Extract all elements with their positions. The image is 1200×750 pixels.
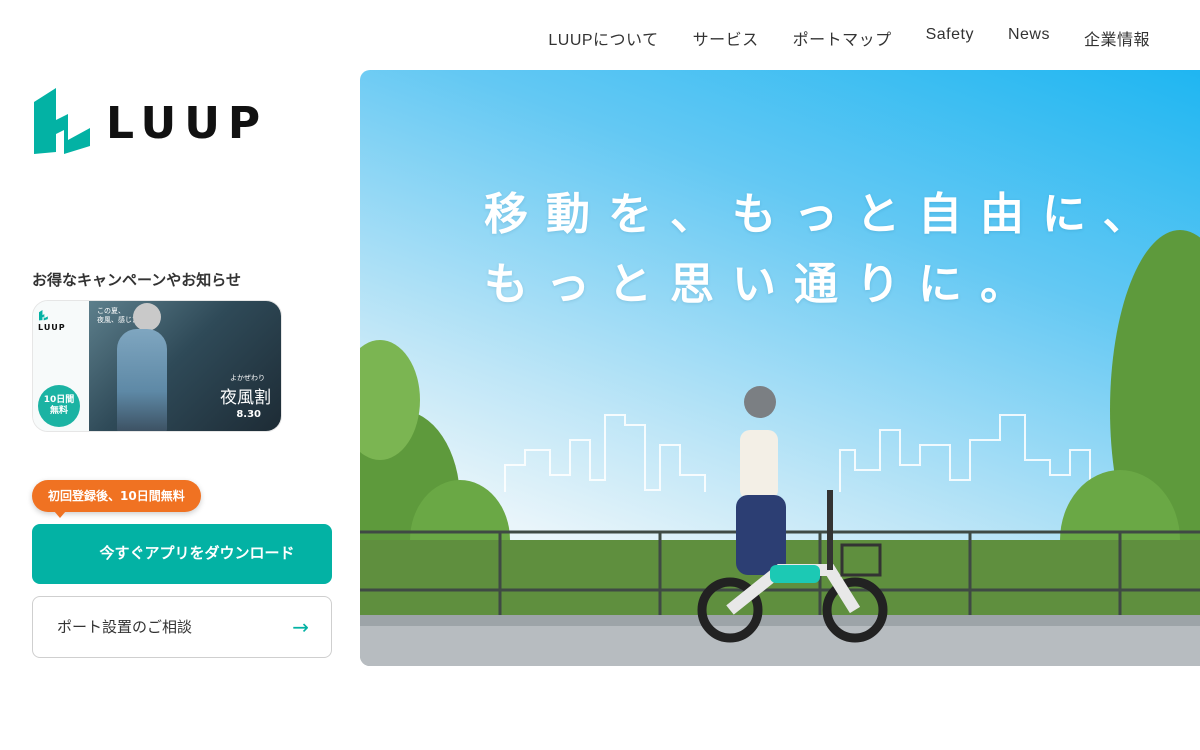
hero-image: 移動を、もっと自由に、 もっと思い通りに。 bbox=[360, 70, 1200, 666]
campaign-heading: お得なキャンペーンやお知らせ bbox=[32, 271, 241, 289]
port-consultation-button[interactable]: ポート設置のご相談 → bbox=[32, 596, 332, 658]
nav-item-port-map[interactable]: ポートマップ bbox=[793, 26, 892, 50]
campaign-banner-sidebar: LUUP 10日間 無料 bbox=[33, 301, 89, 431]
hero-scene bbox=[360, 230, 1200, 666]
nav-item-safety[interactable]: Safety bbox=[926, 26, 974, 50]
campaign-banner[interactable]: LUUP 10日間 無料 この夏、 夜風、感じた？ よかぜわり 夜風割 8.30 bbox=[32, 300, 282, 432]
nav-item-news[interactable]: News bbox=[1008, 26, 1050, 50]
port-consultation-label: ポート設置のご相談 bbox=[57, 618, 193, 636]
site-logo[interactable]: LUUP bbox=[34, 88, 268, 154]
nav-item-company[interactable]: 企業情報 bbox=[1084, 26, 1150, 50]
top-navigation: LUUPについて サービス ポートマップ Safety News 企業情報 bbox=[514, 26, 1150, 50]
rider-helmet bbox=[133, 303, 161, 331]
luup-logo-icon bbox=[34, 88, 90, 154]
campaign-photo: この夏、 夜風、感じた？ よかぜわり 夜風割 8.30 bbox=[89, 301, 281, 431]
campaign-date-text: 8.30 bbox=[236, 409, 261, 420]
hero-line-2: もっと思い通りに。 bbox=[484, 259, 1042, 310]
rider-figure bbox=[117, 329, 167, 431]
campaign-free-badge: 10日間 無料 bbox=[38, 385, 80, 427]
campaign-reading-text: よかぜわり bbox=[230, 374, 265, 382]
city-skyline-illustration bbox=[504, 414, 1091, 492]
hero-headline: 移動を、もっと自由に、 もっと思い通りに。 bbox=[484, 180, 1165, 320]
logo-wordmark: LUUP bbox=[106, 97, 269, 149]
hero-line-1: 移動を、もっと自由に、 bbox=[484, 189, 1165, 240]
nav-item-service[interactable]: サービス bbox=[693, 26, 759, 50]
free-trial-badge: 初回登録後、10日間無料 bbox=[32, 480, 201, 518]
campaign-logo-text: LUUP bbox=[38, 323, 66, 332]
download-app-button[interactable]: 今すぐアプリをダウンロード bbox=[32, 524, 332, 584]
nav-item-about[interactable]: LUUPについて bbox=[548, 26, 658, 50]
arrow-right-icon: → bbox=[292, 615, 309, 639]
campaign-main-text: 夜風割 bbox=[220, 388, 271, 408]
